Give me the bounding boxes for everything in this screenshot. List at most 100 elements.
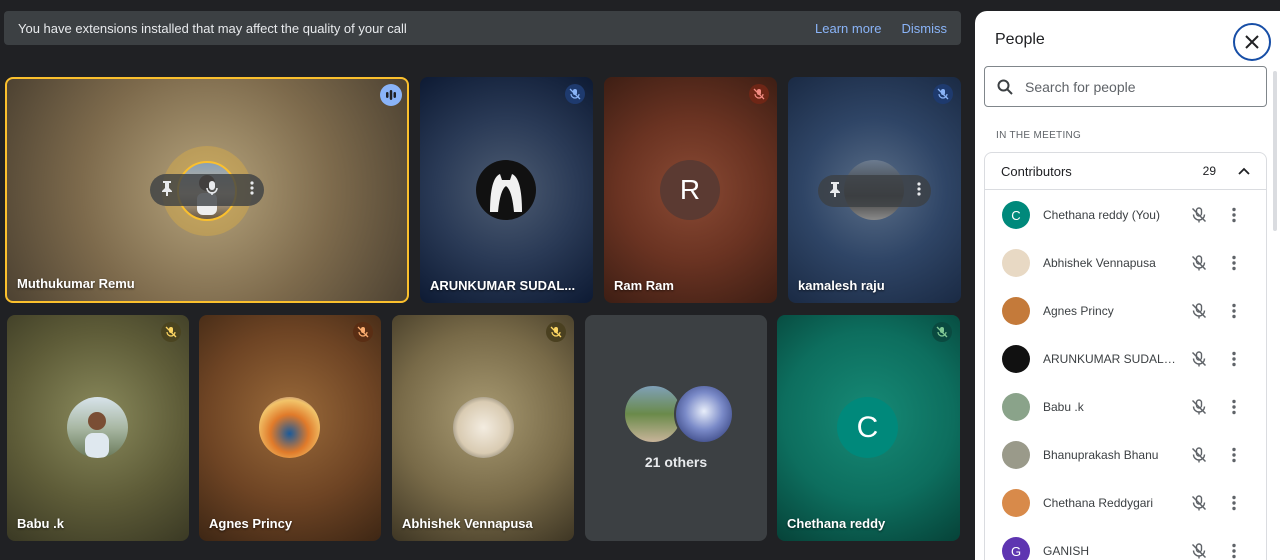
participant-row[interactable]: Bhanuprakash Bhanu xyxy=(985,431,1266,479)
more-options-icon[interactable] xyxy=(1229,205,1239,225)
mic-off-icon[interactable] xyxy=(1189,205,1209,225)
participant-tile-chethana[interactable]: C Chethana reddy xyxy=(777,315,960,541)
mic-off-icon[interactable] xyxy=(1189,493,1209,513)
more-options-icon[interactable] xyxy=(1229,253,1239,273)
participant-name: Chethana reddy (You) xyxy=(1043,208,1160,222)
participant-row[interactable]: C Chethana reddy (You) xyxy=(985,191,1266,239)
participant-avatar xyxy=(476,160,536,220)
search-box[interactable] xyxy=(984,66,1267,107)
mic-off-icon xyxy=(749,84,769,104)
more-options-icon[interactable] xyxy=(250,180,254,200)
avatar-initial: C xyxy=(856,410,879,444)
mic-off-icon xyxy=(933,84,953,104)
avatar-initial: R xyxy=(679,174,701,205)
mic-off-icon xyxy=(565,84,585,104)
participant-name: ARUNKUMAR SUDALAI... xyxy=(1043,352,1177,366)
participant-name: Abhishek Vennapusa xyxy=(1043,256,1156,270)
participant-tile-agnes[interactable]: Agnes Princy xyxy=(199,315,381,541)
mic-off-icon[interactable] xyxy=(1189,349,1209,369)
participant-name: Agnes Princy xyxy=(209,516,293,531)
participant-name: Agnes Princy xyxy=(1043,304,1114,318)
participant-tile-arunkumar[interactable]: ARUNKUMAR SUDAL... xyxy=(420,77,593,303)
participant-name: GANISH xyxy=(1043,544,1090,558)
chevron-up-icon[interactable] xyxy=(1238,167,1250,175)
participant-avatar xyxy=(259,397,320,458)
participant-avatar: C xyxy=(837,397,898,458)
participant-avatar xyxy=(1002,345,1030,373)
participant-tile-abhishek[interactable]: Abhishek Vennapusa xyxy=(392,315,574,541)
participant-avatar xyxy=(1002,489,1030,517)
participant-tile-ram[interactable]: R Ram Ram xyxy=(604,77,777,303)
mic-off-icon[interactable] xyxy=(1189,397,1209,417)
participant-row[interactable]: ARUNKUMAR SUDALAI... xyxy=(985,335,1266,383)
participant-avatar: C xyxy=(1002,201,1030,229)
participant-name: Chethana Reddygari xyxy=(1043,496,1154,510)
in-meeting-label: IN THE MEETING xyxy=(996,130,1082,141)
contributors-header[interactable]: Contributors 29 xyxy=(985,153,1266,190)
people-panel: People IN THE MEETING Contributors 29 CC… xyxy=(975,11,1280,560)
tile-hover-controls xyxy=(150,174,264,206)
dismiss-link[interactable]: Dismiss xyxy=(902,21,948,36)
others-tile[interactable]: 21 others xyxy=(585,315,767,541)
participant-tile-muthukumar[interactable]: Muthukumar Remu xyxy=(5,77,409,303)
more-options-icon[interactable] xyxy=(1229,349,1239,369)
tile-hover-controls xyxy=(818,175,931,207)
more-options-icon[interactable] xyxy=(1229,493,1239,513)
more-options-icon[interactable] xyxy=(1229,301,1239,321)
participant-row[interactable]: G GANISH xyxy=(985,527,1266,560)
participant-name: Babu .k xyxy=(17,516,64,531)
mic-off-icon[interactable] xyxy=(1189,445,1209,465)
participant-name: Ram Ram xyxy=(614,278,674,293)
participant-avatar xyxy=(1002,249,1030,277)
mute-participant-icon[interactable] xyxy=(206,180,218,201)
contributors-count: 29 xyxy=(1202,164,1216,178)
participant-avatar: R xyxy=(660,160,720,220)
participant-name: ARUNKUMAR SUDAL... xyxy=(430,278,576,293)
participant-name: Chethana reddy xyxy=(787,516,886,531)
banner-message: You have extensions installed that may a… xyxy=(18,20,407,36)
others-avatar-2 xyxy=(674,384,734,444)
pin-icon[interactable] xyxy=(160,180,174,201)
contributors-section: Contributors 29 C Chethana reddy (You) Abh… xyxy=(984,152,1267,560)
panel-title: People xyxy=(995,31,1045,48)
more-options-icon[interactable] xyxy=(1229,445,1239,465)
participant-name: Bhanuprakash Bhanu xyxy=(1043,448,1159,462)
close-panel-button[interactable] xyxy=(1233,23,1271,61)
search-input[interactable] xyxy=(1023,77,1247,96)
others-count-label: 21 others xyxy=(644,454,708,470)
participant-name: kamalesh raju xyxy=(798,278,885,293)
pin-icon[interactable] xyxy=(828,181,842,202)
avatar-initial: G xyxy=(1010,543,1022,559)
participant-tile-kamalesh[interactable]: kamalesh raju xyxy=(788,77,961,303)
participant-avatar xyxy=(67,397,128,458)
participant-avatar xyxy=(453,397,514,458)
extension-warning-banner: You have extensions installed that may a… xyxy=(4,11,961,45)
mic-off-icon[interactable] xyxy=(1189,541,1209,560)
more-options-icon[interactable] xyxy=(917,181,921,201)
participant-tile-babu[interactable]: Babu .k xyxy=(7,315,189,541)
participant-row[interactable]: Babu .k xyxy=(985,383,1266,431)
mic-off-icon xyxy=(161,322,181,342)
close-icon xyxy=(1245,35,1259,49)
mic-off-icon xyxy=(932,322,952,342)
search-icon xyxy=(997,79,1013,95)
more-options-icon[interactable] xyxy=(1229,397,1239,417)
mic-off-icon[interactable] xyxy=(1189,253,1209,273)
participant-avatar xyxy=(1002,441,1030,469)
mic-off-icon xyxy=(546,322,566,342)
participant-name: Babu .k xyxy=(1043,400,1084,414)
participant-row[interactable]: Chethana Reddygari xyxy=(985,479,1266,527)
participant-avatar xyxy=(1002,393,1030,421)
mic-off-icon[interactable] xyxy=(1189,301,1209,321)
participant-name: Muthukumar Remu xyxy=(17,276,135,291)
contributors-label: Contributors xyxy=(1001,163,1072,179)
more-options-icon[interactable] xyxy=(1229,541,1239,560)
participant-row[interactable]: Agnes Princy xyxy=(985,287,1266,335)
learn-more-link[interactable]: Learn more xyxy=(815,21,881,36)
panel-scrollbar[interactable] xyxy=(1273,71,1277,231)
participant-avatar xyxy=(1002,297,1030,325)
avatar-initial: C xyxy=(1011,207,1021,223)
mic-off-icon xyxy=(353,322,373,342)
participant-row[interactable]: Abhishek Vennapusa xyxy=(985,239,1266,287)
participant-name: Abhishek Vennapusa xyxy=(402,516,533,531)
